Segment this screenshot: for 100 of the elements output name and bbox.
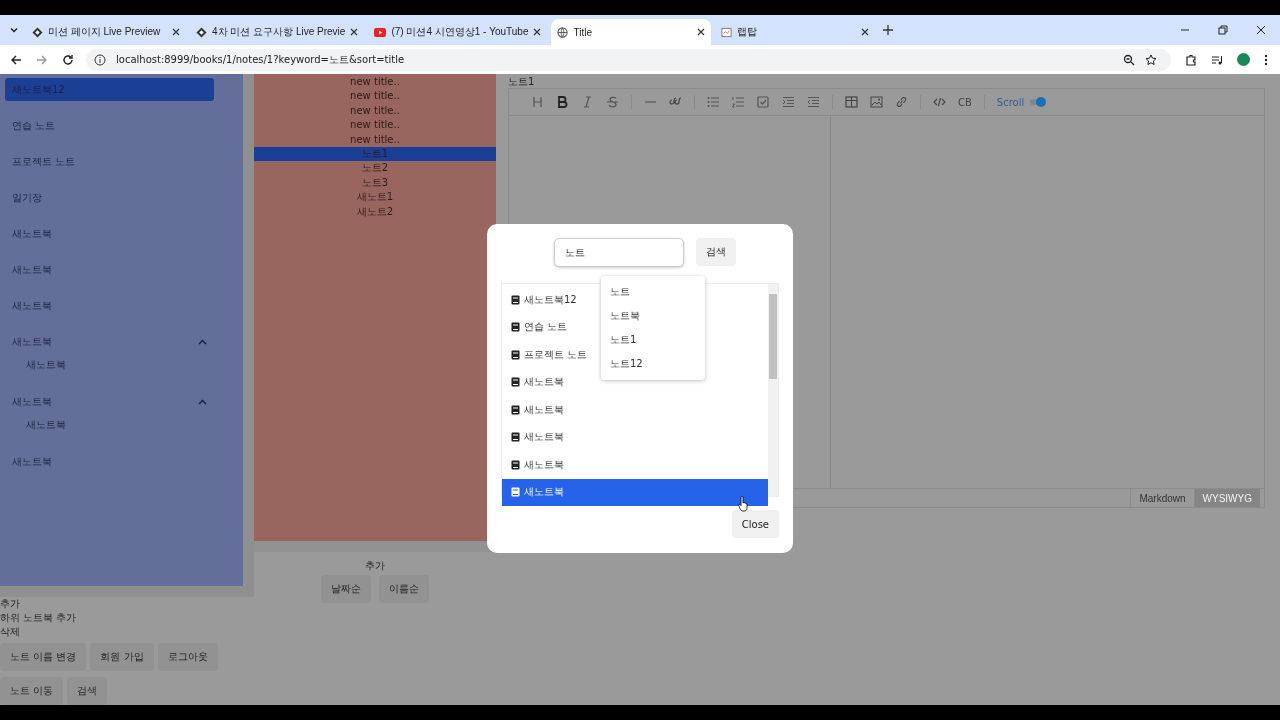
notebook-item[interactable]: 새노트북	[5, 450, 214, 473]
notebook-item[interactable]: 프로젝트 노트	[5, 150, 214, 173]
browser-tab[interactable]: 랩탑	[715, 19, 876, 45]
note-item[interactable]: 새노트1	[254, 190, 496, 205]
result-item[interactable]: 새노트북12	[502, 286, 581, 314]
note-item[interactable]: 노트2	[254, 161, 496, 176]
notebook-item[interactable]: 새노트북	[26, 358, 66, 372]
mode-tab[interactable]: WYSIWYG	[1193, 489, 1260, 507]
action-button[interactable]: 검색	[67, 677, 108, 705]
browser-tab[interactable]: (7) 미션4 시연영상1 - YouTube	[368, 19, 548, 45]
notebook-item[interactable]: 새노트북	[5, 390, 214, 413]
restore-icon[interactable]	[1218, 25, 1228, 35]
back-icon[interactable]	[10, 53, 22, 66]
notebook-item[interactable]: 새노트북	[5, 222, 214, 245]
close-icon[interactable]	[172, 28, 180, 36]
note-item[interactable]: new title..	[254, 89, 496, 104]
close-icon[interactable]	[861, 28, 870, 36]
notebook-item[interactable]: 새노트북	[5, 294, 214, 317]
close-icon[interactable]	[350, 28, 359, 36]
image-icon[interactable]	[870, 96, 883, 108]
numbered-list-icon[interactable]	[732, 96, 745, 108]
book-icon	[511, 432, 520, 443]
zoom-icon[interactable]	[1123, 53, 1135, 66]
suggestion-item[interactable]: 노트1	[601, 328, 705, 352]
chevron-up-icon[interactable]	[198, 398, 207, 405]
result-item[interactable]: 새노트북	[502, 423, 568, 451]
media-icon[interactable]	[1211, 53, 1223, 66]
action-link[interactable]: 삭제	[0, 625, 254, 639]
close-icon[interactable]	[697, 28, 706, 36]
suggestion-item[interactable]: 노트	[601, 280, 705, 304]
indent-icon[interactable]	[782, 96, 795, 108]
action-button[interactable]: 노트 이름 변경	[0, 643, 87, 671]
bold-icon[interactable]	[556, 96, 569, 108]
close-icon[interactable]	[1256, 25, 1266, 35]
star-icon[interactable]	[1145, 53, 1157, 66]
diamond-icon	[196, 26, 207, 38]
chevron-up-icon[interactable]	[198, 338, 207, 345]
note-item[interactable]: new title..	[254, 118, 496, 133]
result-item[interactable]: 새노트북	[502, 478, 768, 506]
table-icon[interactable]	[845, 96, 858, 108]
scroll-sync-toggle[interactable]	[1030, 99, 1045, 105]
notebook-item[interactable]: 일기장	[5, 186, 214, 209]
suggestion-item[interactable]: 노트12	[601, 352, 705, 376]
forward-icon[interactable]	[36, 53, 48, 66]
result-item[interactable]: 새노트북	[502, 396, 568, 424]
codeblock-button[interactable]: CB	[958, 96, 972, 108]
strike-icon[interactable]	[606, 96, 619, 108]
add-link[interactable]: 추가	[365, 560, 385, 571]
action-link[interactable]: 하위 노트북 추가	[0, 611, 254, 625]
scroll-sync-label: Scroll	[996, 96, 1025, 108]
sort-button[interactable]: 날짜순	[321, 575, 371, 603]
notebook-item[interactable]: 새노트북	[5, 258, 214, 281]
video-play-icon	[374, 27, 387, 37]
note-item[interactable]: new title..	[254, 103, 496, 119]
code-icon[interactable]	[933, 96, 946, 108]
note-item[interactable]: new title..	[254, 132, 496, 147]
notebook-item[interactable]: 연습 노트	[5, 114, 214, 137]
browser-tab[interactable]: 4차 미션 요구사항 Live Previe	[190, 19, 365, 45]
search-button[interactable]: 검색	[696, 238, 736, 266]
address-field[interactable]: localhost:8999/books/1/notes/1?keyword=노트&sort=title	[86, 48, 1171, 71]
profile-avatar[interactable]	[1237, 53, 1250, 66]
pointer-cursor-icon	[738, 496, 750, 512]
puzzle-icon[interactable]	[1185, 53, 1197, 66]
quote-icon[interactable]	[669, 96, 682, 108]
action-button[interactable]: 노트 이동	[0, 677, 64, 705]
book-icon	[511, 349, 520, 360]
scrollbar[interactable]	[768, 284, 778, 496]
result-item[interactable]: 새노트북	[502, 451, 568, 479]
browser-tab[interactable]: Title	[551, 19, 712, 45]
scrollbar[interactable]	[0, 586, 254, 597]
close-button[interactable]: Close	[731, 510, 779, 538]
scrollbar[interactable]	[243, 74, 254, 587]
reload-icon[interactable]	[62, 53, 74, 66]
book-icon	[511, 294, 520, 305]
book-icon	[511, 404, 520, 415]
sort-button[interactable]: 이름순	[379, 575, 429, 603]
bullet-list-icon[interactable]	[707, 96, 720, 108]
browser-tab[interactable]: 미션 페이지 Live Preview	[26, 19, 186, 45]
note-item[interactable]: 새노트2	[254, 204, 496, 219]
search-field[interactable]: 노트	[554, 238, 684, 267]
result-item[interactable]: 프로젝트 노트	[502, 341, 592, 369]
result-item[interactable]: 연습 노트	[502, 313, 572, 341]
action-button[interactable]: 로그아웃	[157, 643, 218, 671]
note-item[interactable]: new title..	[254, 75, 496, 90]
mode-tab[interactable]: Markdown	[1130, 489, 1194, 507]
notebook-item[interactable]: 새노트북	[5, 330, 214, 353]
suggestion-item[interactable]: 노트북	[601, 304, 705, 328]
new-tab-icon[interactable]	[883, 25, 894, 35]
action-link[interactable]: 추가	[0, 597, 254, 611]
note-item[interactable]: 노트3	[254, 175, 496, 191]
italic-icon[interactable]	[581, 96, 594, 108]
notebook-item[interactable]: 새노트북	[26, 418, 66, 432]
action-button[interactable]: 회원 가입	[90, 643, 154, 671]
outdent-icon[interactable]	[807, 96, 820, 108]
task-icon[interactable]	[757, 96, 770, 108]
result-item[interactable]: 새노트북	[502, 368, 568, 396]
close-icon[interactable]	[533, 28, 542, 36]
heading-icon[interactable]	[531, 96, 544, 108]
more-icon[interactable]	[1264, 53, 1268, 66]
link-icon[interactable]	[895, 96, 908, 108]
